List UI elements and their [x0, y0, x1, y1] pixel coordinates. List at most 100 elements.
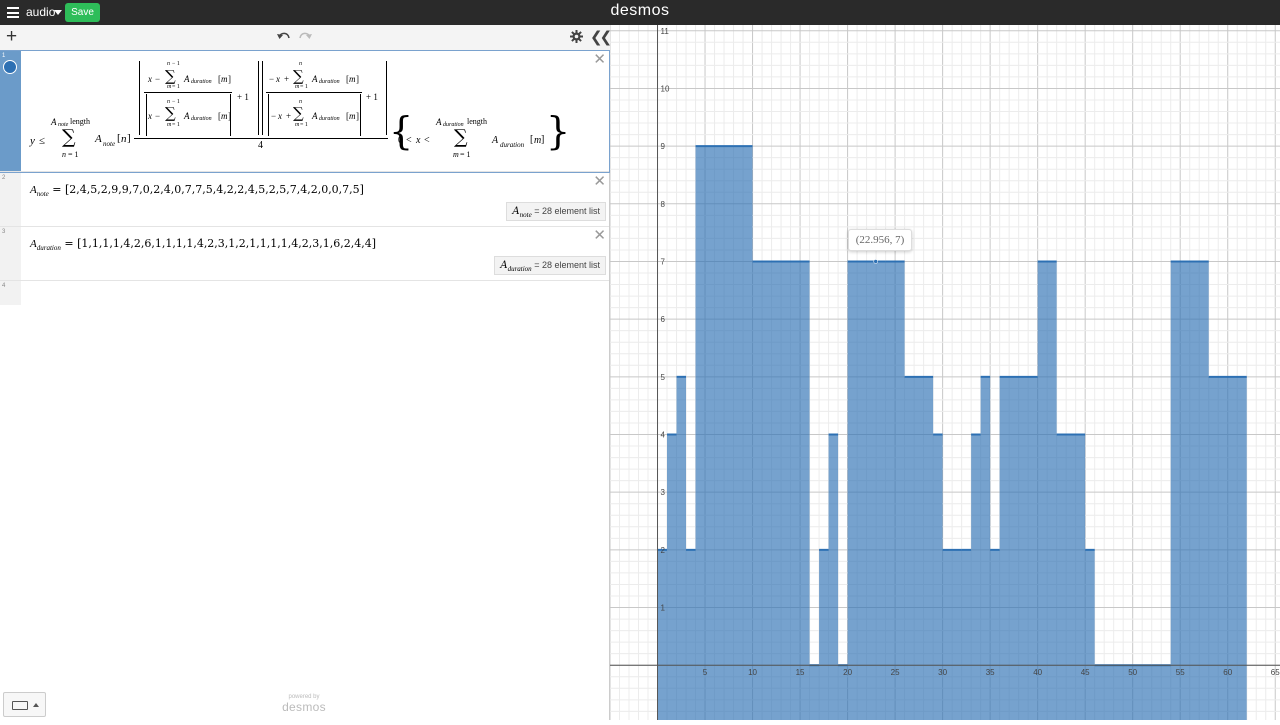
x-tick-label: 60 [1223, 668, 1232, 677]
math-sub: duration [319, 79, 340, 85]
y-tick-label: 2 [661, 546, 666, 555]
math-text: = 1 [460, 150, 471, 159]
math-text: = 1 [300, 122, 308, 128]
math-var-A: A [312, 74, 318, 84]
expression-number: 3 [2, 229, 6, 235]
abs-bar [146, 94, 147, 136]
x-tick-label: 45 [1081, 668, 1090, 677]
math-var-m: m [295, 122, 300, 128]
math-var-A: A [95, 133, 102, 145]
math-sub: duration [500, 141, 525, 149]
collapse-list-icon[interactable]: ❮❮ [590, 28, 612, 46]
expression-row-2[interactable]: 2 ✕ Anote = [2,4,5,2,9,9,7,0,2,4,0,7,7,5… [0, 173, 609, 227]
equals-sign: = [52, 183, 66, 196]
math-sub: duration [319, 116, 340, 122]
gear-icon[interactable] [570, 30, 583, 48]
math-var-m: m [221, 74, 228, 84]
color-swatch-icon[interactable] [3, 60, 17, 74]
math-var-m: m [167, 84, 172, 90]
undo-icon[interactable] [277, 30, 291, 48]
expression-row-4[interactable]: 4 [0, 281, 609, 305]
math-var-m: m [221, 111, 228, 121]
list-length-text: 28 element list [541, 206, 600, 216]
x-tick-label: 5 [703, 668, 708, 677]
list-values: [2,4,5,2,9,9,7,0,2,4,0,7,7,5,4,2,2,4,5,2… [65, 183, 364, 196]
fraction-bar [144, 92, 232, 93]
expression-toolbar: + ❮❮ [0, 25, 612, 51]
y-tick-label: 11 [661, 27, 670, 36]
abs-bar [360, 94, 361, 136]
math-var-A: A [30, 184, 37, 196]
graph-paper[interactable]: 5 10 15 20 25 30 35 40 45 50 55 60 65 1 2 3 4 5 6 7 8 9 10 11 [609, 25, 1280, 720]
list-length-text: 28 element list [541, 260, 600, 270]
math-text: length [467, 117, 487, 126]
evaluation-badge: Aduration = 28 element list [494, 256, 606, 275]
sum-symbol: ∑ [62, 126, 76, 148]
math-var-x: x [148, 74, 152, 84]
paren-left [262, 61, 263, 135]
math-var-m: m [167, 122, 172, 128]
math-sub: note [36, 190, 49, 198]
math-var-A: A [51, 117, 57, 127]
expression-number: 4 [2, 283, 6, 289]
keyboard-toggle-button[interactable] [3, 692, 46, 717]
math-var-x: x [148, 111, 152, 121]
math-var-A: A [436, 117, 442, 127]
highlighted-point [873, 259, 878, 264]
brace-right: } [546, 109, 571, 153]
list-values: [1,1,1,1,4,2,6,1,1,1,1,4,2,3,1,2,1,1,1,1… [77, 237, 377, 250]
math-var-A: A [500, 260, 508, 271]
expression-gutter: 2 [0, 173, 21, 226]
delete-expression-icon[interactable]: ✕ [593, 228, 606, 243]
math-sub: duration [507, 265, 532, 273]
expression-list: 1 ✕ y ≤ A note length ∑ n = 1 A note [ n… [0, 50, 610, 720]
math-text: = 1 [172, 122, 180, 128]
paren-right [386, 61, 387, 135]
expression-row-1[interactable]: 1 ✕ y ≤ A note length ∑ n = 1 A note [ n… [0, 50, 610, 173]
sum-symbol: ∑ [454, 126, 468, 148]
math-text: = 1 [172, 84, 180, 90]
math-var-A: A [30, 238, 37, 250]
math-operator: < [406, 135, 412, 146]
math-sub: duration [36, 244, 61, 252]
y-tick-label: 7 [661, 257, 666, 266]
math-operator: < [424, 135, 430, 146]
math-number: 0 [398, 135, 403, 146]
math-var-n: n [121, 133, 127, 145]
x-tick-label: 55 [1176, 668, 1185, 677]
evaluation-badge: Anote = 28 element list [506, 202, 606, 221]
desmos-logo: desmos [610, 2, 670, 19]
math-sub: duration [191, 79, 212, 85]
math-var-m: m [295, 84, 300, 90]
math-sub: note [103, 140, 116, 148]
y-tick-label: 8 [661, 200, 666, 209]
expression-gutter: 4 [0, 281, 21, 305]
list-formula-duration[interactable]: Aduration = [1,1,1,1,4,2,6,1,1,1,1,4,2,3… [30, 237, 376, 252]
list-formula-note[interactable]: Anote = [2,4,5,2,9,9,7,0,2,4,0,7,7,5,4,2… [30, 183, 364, 198]
y-tick-label: 1 [661, 604, 666, 613]
math-text: = 1 [300, 84, 308, 90]
graph-canvas[interactable]: 5 10 15 20 25 30 35 40 45 50 55 60 651234567891011 [609, 25, 1280, 720]
x-tick-label: 65 [1271, 668, 1280, 677]
y-tick-label: 3 [661, 488, 666, 497]
math-var-n: n [62, 150, 66, 159]
paren-right [258, 61, 259, 135]
delete-expression-icon[interactable]: ✕ [593, 174, 606, 189]
expression-row-3[interactable]: 3 ✕ Aduration = [1,1,1,1,4,2,6,1,1,1,1,4… [0, 227, 609, 281]
math-var-x: x [416, 135, 421, 146]
math-text: + 1 [366, 92, 378, 102]
y-tick-label: 10 [661, 84, 670, 93]
math-var-A: A [492, 135, 499, 146]
math-var-A: A [312, 111, 318, 121]
x-tick-label: 10 [748, 668, 757, 677]
add-expression-button[interactable]: + [6, 27, 17, 47]
x-tick-label: 20 [843, 668, 852, 677]
x-tick-label: 40 [1033, 668, 1042, 677]
piecewise-formula[interactable]: y ≤ A note length ∑ n = 1 A note [ n ] 4… [22, 51, 609, 171]
x-tick-label: 35 [986, 668, 995, 677]
math-text: length [70, 117, 90, 126]
y-tick-label: 6 [661, 315, 666, 324]
sum-symbol: ∑ [165, 104, 176, 122]
fraction-bar [134, 138, 388, 139]
top-bar: audio Save desmos [0, 0, 1280, 25]
